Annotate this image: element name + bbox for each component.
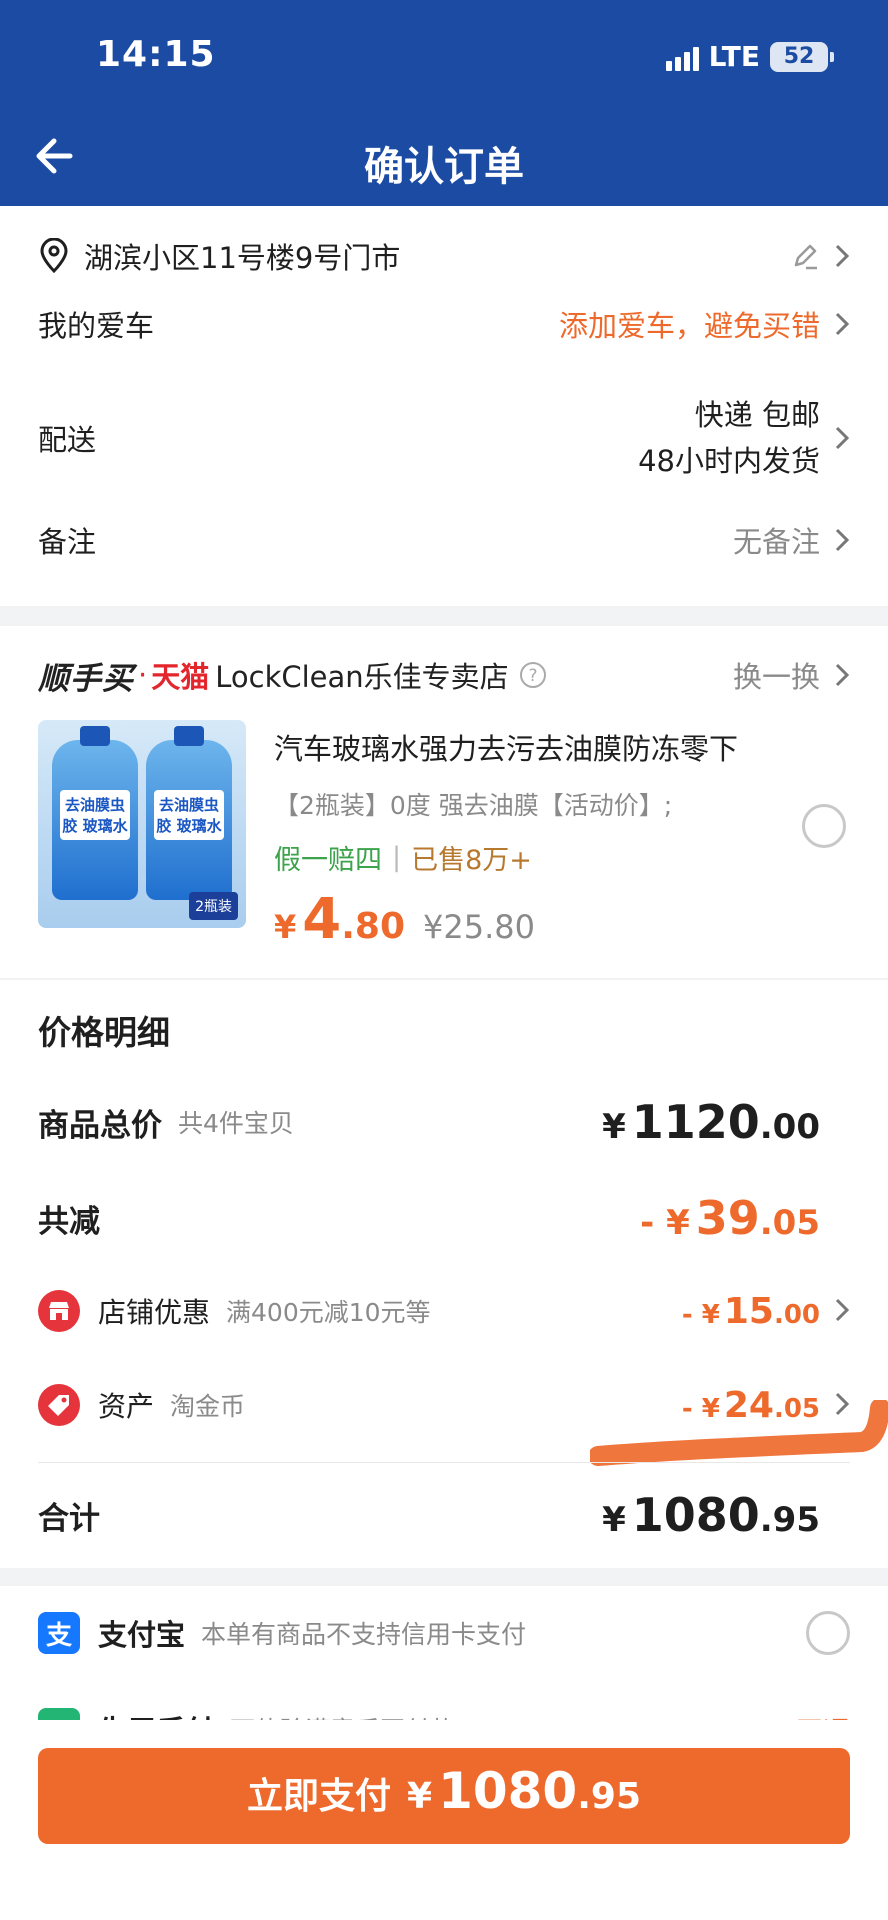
edit-icon[interactable] (790, 241, 820, 271)
my-car-label: 我的爱车 (38, 309, 155, 343)
reduction-row: 共减 - ¥ 39 .05 (38, 1188, 850, 1248)
page-title: 确认订单 (364, 144, 524, 190)
delivery-time: 48小时内发货 (638, 444, 820, 478)
status-time: 14:15 (96, 34, 216, 75)
divider (38, 1462, 850, 1463)
remark-value: 无备注 (732, 525, 820, 559)
product-select-radio[interactable] (802, 804, 846, 848)
alipay-radio[interactable] (806, 1611, 850, 1655)
delivery-label: 配送 (38, 423, 97, 457)
chevron-right-icon (835, 1298, 850, 1321)
original-price: ¥25.80 (423, 908, 535, 946)
guarantee-tag: 假一赔四 (274, 845, 382, 876)
shop-icon (38, 1290, 80, 1332)
shop-discount-value: - ¥ 15 .00 (682, 1291, 850, 1332)
alipay-row[interactable]: 支 支付宝 本单有商品不支持信用卡支付 (38, 1608, 850, 1658)
bottle-graphic: 去油膜虫胶 玻璃水 (146, 726, 232, 900)
shop-header: 顺手买 · 天猫 LockClean乐佳专卖店 ? 换一换 (38, 652, 850, 698)
remark-row[interactable]: 备注 无备注 (38, 518, 850, 562)
highlight-stroke (590, 1400, 888, 1466)
sum-value: ¥ 1080 .95 (602, 1488, 820, 1542)
sold-count: 已售8万+ (411, 845, 532, 876)
svg-text:?: ? (528, 666, 537, 686)
chevron-right-icon (835, 244, 850, 268)
add-car-link[interactable]: 添加爱车，避免买错 (559, 303, 820, 345)
network-type: LTE (708, 40, 760, 73)
delivery-row[interactable]: 配送 快递 包邮 48小时内发货 (38, 390, 850, 486)
switch-product-link[interactable]: 换一换 (733, 654, 820, 696)
pay-now-button[interactable]: 立即支付 ¥ 1080 .95 (38, 1748, 850, 1844)
price-detail-title: 价格明细 (38, 1013, 170, 1052)
delivery-method: 快递 包邮 (694, 398, 820, 432)
image-badge: 2瓶装 (189, 892, 238, 920)
brand-dot: · (138, 658, 148, 692)
brand-logo: 顺手买 (38, 660, 134, 697)
location-pin-icon (40, 238, 68, 274)
product-spec: 【2瓶装】0度 强去油膜【活动价】; (274, 791, 673, 820)
address-row[interactable]: 湖滨小区11号楼9号门市 (38, 234, 850, 278)
product-tags: 假一赔四 | 已售8万+ (274, 838, 794, 877)
sum-row: 合计 ¥ 1080 .95 (38, 1480, 850, 1550)
chevron-right-icon (835, 426, 850, 450)
product-image[interactable]: 去油膜虫胶 玻璃水 去油膜虫胶 玻璃水 2瓶装 (38, 720, 246, 928)
tmall-logo: 天猫 (151, 660, 210, 694)
chevron-right-icon (835, 528, 850, 552)
order-info-card: 湖滨小区11号楼9号门市 我的爱车 添加爱车，避免买错 配送 快递 包邮 48小… (0, 206, 888, 606)
chevron-right-icon (835, 663, 850, 687)
bottle-graphic: 去油膜虫胶 玻璃水 (52, 726, 138, 900)
shop-discount-row[interactable]: 店铺优惠 满400元减10元等 - ¥ 15 .00 (38, 1286, 850, 1336)
goods-total-row: 商品总价 共4件宝贝 ¥ 1120 .00 (38, 1092, 850, 1152)
product-title[interactable]: 汽车玻璃水强力去污去油膜防冻零下 (274, 726, 794, 768)
goods-total-value: ¥ 1120 .00 (602, 1095, 820, 1149)
signal-icon (665, 43, 699, 71)
help-icon[interactable]: ? (519, 661, 547, 689)
status-indicators: LTE 52 (665, 40, 834, 73)
product-info: 汽车玻璃水强力去污去油膜防冻零下 【2瓶装】0度 强去油膜【活动价】; 假一赔四… (274, 726, 794, 952)
product-price: ¥ 4 .80 ¥25.80 (274, 887, 535, 952)
address-text: 湖滨小区11号楼9号门市 (84, 241, 401, 275)
app-header: 14:15 LTE 52 确认订单 (0, 0, 888, 206)
battery-icon: 52 (770, 41, 834, 72)
chevron-right-icon (835, 312, 850, 336)
remark-label: 备注 (38, 525, 97, 559)
tag-icon (38, 1384, 80, 1426)
reduction-value: - ¥ 39 .05 (640, 1191, 820, 1245)
price-detail-card: 价格明细 商品总价 共4件宝贝 ¥ 1120 .00 共减 - ¥ 39 .05… (0, 980, 888, 1568)
alipay-icon: 支 (38, 1612, 80, 1654)
shop-name[interactable]: LockClean乐佳专卖店 (215, 654, 508, 696)
my-car-row[interactable]: 我的爱车 添加爱车，避免买错 (38, 302, 850, 346)
